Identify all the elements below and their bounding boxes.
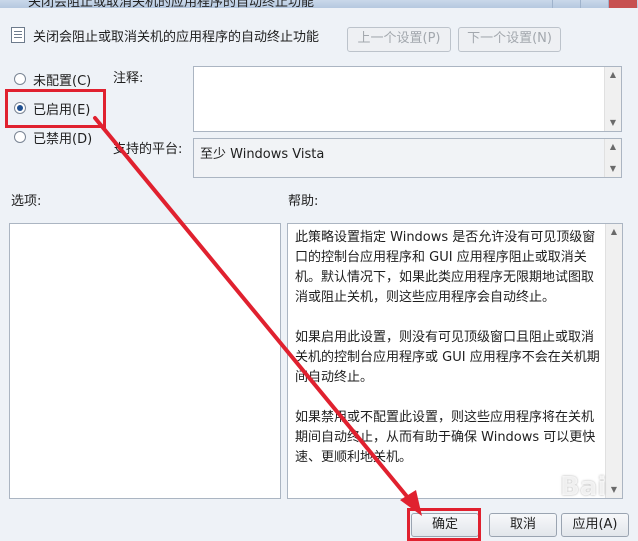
annotation-arrow xyxy=(93,116,422,516)
watermark: Bai xyxy=(560,472,607,502)
